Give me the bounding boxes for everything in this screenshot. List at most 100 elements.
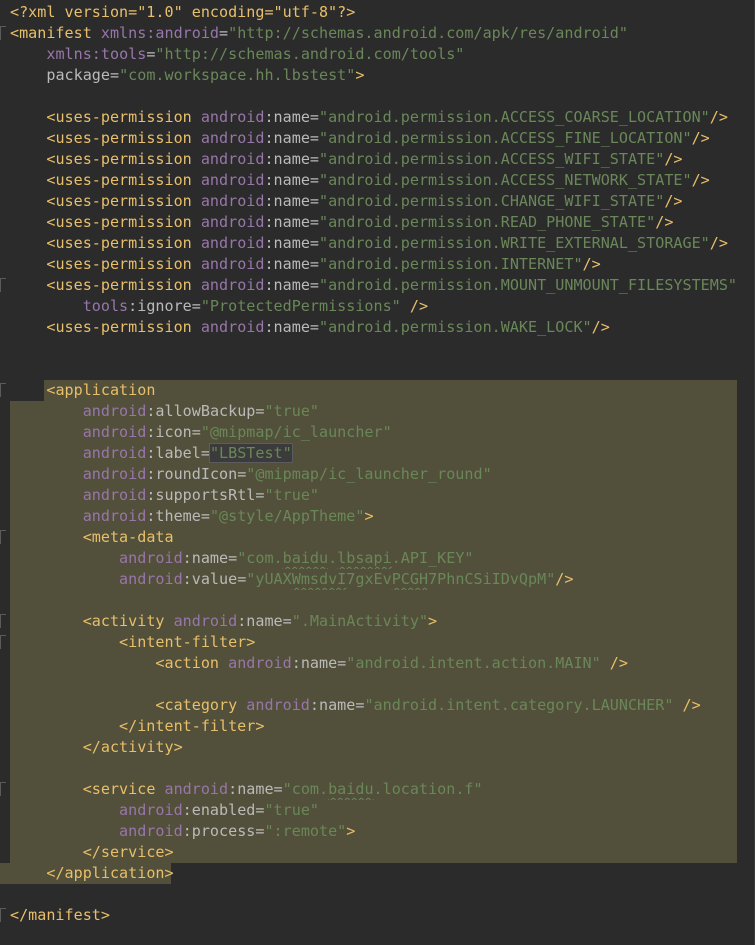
attr-namespace: android <box>164 780 229 798</box>
code-line[interactable]: </service> <box>0 842 738 863</box>
attr-value-misspelled: baidu <box>328 780 374 798</box>
code-line[interactable]: <uses-permission android:name="android.p… <box>0 233 737 254</box>
code-line[interactable]: <activity android:name=".MainActivity"> <box>0 611 738 632</box>
tag-close: /> <box>709 108 728 126</box>
code-line[interactable]: <service android:name="com.baidu.locatio… <box>0 779 738 800</box>
attr-value: "yUAX <box>246 570 292 588</box>
code-line[interactable]: <uses-permission android:name="android.p… <box>0 170 737 191</box>
code-line[interactable]: <?xml version="1.0" encoding="utf-8"?> <box>0 2 737 23</box>
code-line[interactable]: <intent-filter> <box>0 632 738 653</box>
attr-value: "http://schemas.android.com/apk/res/andr… <box>228 24 628 42</box>
code-line[interactable]: </activity> <box>0 737 738 758</box>
code-line[interactable]: android:name="com.baidu.lbsapi.API_KEY" <box>0 548 738 569</box>
code-line[interactable]: android:process=":remote"> <box>0 821 738 842</box>
attr-value: "true" <box>264 486 319 504</box>
attr-name: :process= <box>182 822 265 840</box>
code-line[interactable]: android:supportsRtl="true" <box>0 485 738 506</box>
attr-name: :value= <box>182 570 247 588</box>
code-line[interactable]: android:roundIcon="@mipmap/ic_launcher_r… <box>0 464 738 485</box>
code-line[interactable]: tools:ignore="ProtectedPermissions" /> <box>0 296 737 317</box>
attr-value: "true" <box>264 801 319 819</box>
code-line[interactable]: <uses-permission android:name="android.p… <box>0 317 737 338</box>
code-line[interactable]: android:theme="@style/AppTheme"> <box>0 506 738 527</box>
attr-name: :name= <box>264 171 319 189</box>
attr-value: .API_KEY" <box>391 549 474 567</box>
code-line[interactable]: xmlns:tools="http://schemas.android.com/… <box>0 44 737 65</box>
code-line[interactable]: android:enabled="true" <box>0 800 738 821</box>
code-line[interactable]: <meta-data <box>0 527 738 548</box>
code-line[interactable]: android:value="yUAXWmsdvI7gxEvPCGH7PhnCS… <box>0 569 738 590</box>
attr-namespace: android <box>200 276 265 294</box>
tag-name: <uses-permission <box>46 108 201 126</box>
code-line[interactable]: </intent-filter> <box>0 716 738 737</box>
attr-name: :name= <box>264 276 319 294</box>
tag-name: <category <box>155 696 247 714</box>
code-line[interactable]: <uses-permission android:name="android.p… <box>0 275 737 296</box>
attr-value: "android.permission.ACCESS_WIFI_STATE" <box>319 150 665 168</box>
code-line[interactable]: <action android:name="android.intent.act… <box>0 653 738 674</box>
code-line[interactable]: android:label="LBSTest" <box>0 443 738 464</box>
attr-namespace: xmlns: <box>100 24 156 42</box>
code-text-area[interactable]: <?xml version="1.0" encoding="utf-8"?> <m… <box>0 2 738 926</box>
attr-namespace: android <box>82 402 147 420</box>
code-line[interactable]: <uses-permission android:name="android.p… <box>0 254 737 275</box>
attr-value: 7PhnCSiIDvQpM" <box>428 570 556 588</box>
attr-value-misspelled: lbsapi <box>337 549 392 567</box>
attr-namespace: android <box>82 465 147 483</box>
code-line[interactable] <box>0 338 737 359</box>
code-line[interactable]: <manifest xmlns:android="http://schemas.… <box>0 23 737 44</box>
tag-name: <activity <box>82 612 174 630</box>
code-line[interactable]: </application> <box>0 863 738 884</box>
code-line[interactable]: package="com.workspace.hh.lbstest"> <box>0 65 737 86</box>
tag-name: </manifest> <box>10 906 110 924</box>
attr-namespace: android <box>200 213 265 231</box>
attr-value: ":remote" <box>264 822 347 840</box>
attr-value: "android.permission.INTERNET" <box>319 255 583 273</box>
tag-name: <uses-permission <box>46 192 201 210</box>
attr-namespace: android <box>228 654 292 672</box>
attr-name: :enabled= <box>182 801 265 819</box>
tag-name: </activity> <box>82 738 183 756</box>
code-line[interactable]: android:allowBackup="true" <box>0 401 738 422</box>
code-line[interactable] <box>0 758 738 779</box>
code-line[interactable] <box>0 884 737 905</box>
attr-value: "android.intent.action.MAIN" <box>346 654 601 672</box>
attr-value: .location.f" <box>373 780 483 798</box>
attr-value-misspelled: PCGH <box>391 570 429 588</box>
code-editor[interactable]: <?xml version="1.0" encoding="utf-8"?> <m… <box>0 0 755 945</box>
attr-namespace: android <box>82 486 147 504</box>
xml-declaration: <?xml version="1.0" encoding="utf-8"?> <box>10 3 356 21</box>
code-line[interactable]: <uses-permission android:name="android.p… <box>0 191 737 212</box>
code-line[interactable] <box>0 590 738 611</box>
code-line[interactable]: <uses-permission android:name="android.p… <box>0 107 737 128</box>
code-line[interactable]: <uses-permission android:name="android.p… <box>0 128 737 149</box>
attr-name: :name= <box>291 654 347 672</box>
attr-name: :theme= <box>146 507 210 525</box>
attr-value: "android.permission.MOUNT_UNMOUNT_FILESY… <box>319 276 738 294</box>
code-line[interactable] <box>0 359 737 380</box>
tag-name: > <box>364 507 374 525</box>
attr-namespace: android <box>200 129 265 147</box>
code-line[interactable]: <application <box>0 380 738 401</box>
code-line[interactable]: </manifest> <box>0 905 737 926</box>
attr-namespace: android <box>200 150 265 168</box>
attr-value: 7gxEv <box>346 570 392 588</box>
code-line[interactable]: <uses-permission android:name="android.p… <box>0 149 737 170</box>
code-line[interactable]: <uses-permission android:name="android.p… <box>0 212 737 233</box>
code-line[interactable]: <category android:name="android.intent.c… <box>0 695 738 716</box>
tag-name: /> <box>555 570 574 588</box>
code-line[interactable]: android:icon="@mipmap/ic_launcher" <box>0 422 738 443</box>
code-line[interactable] <box>0 674 738 695</box>
tag-name: <intent-filter> <box>119 633 256 651</box>
code-line[interactable] <box>0 86 737 107</box>
